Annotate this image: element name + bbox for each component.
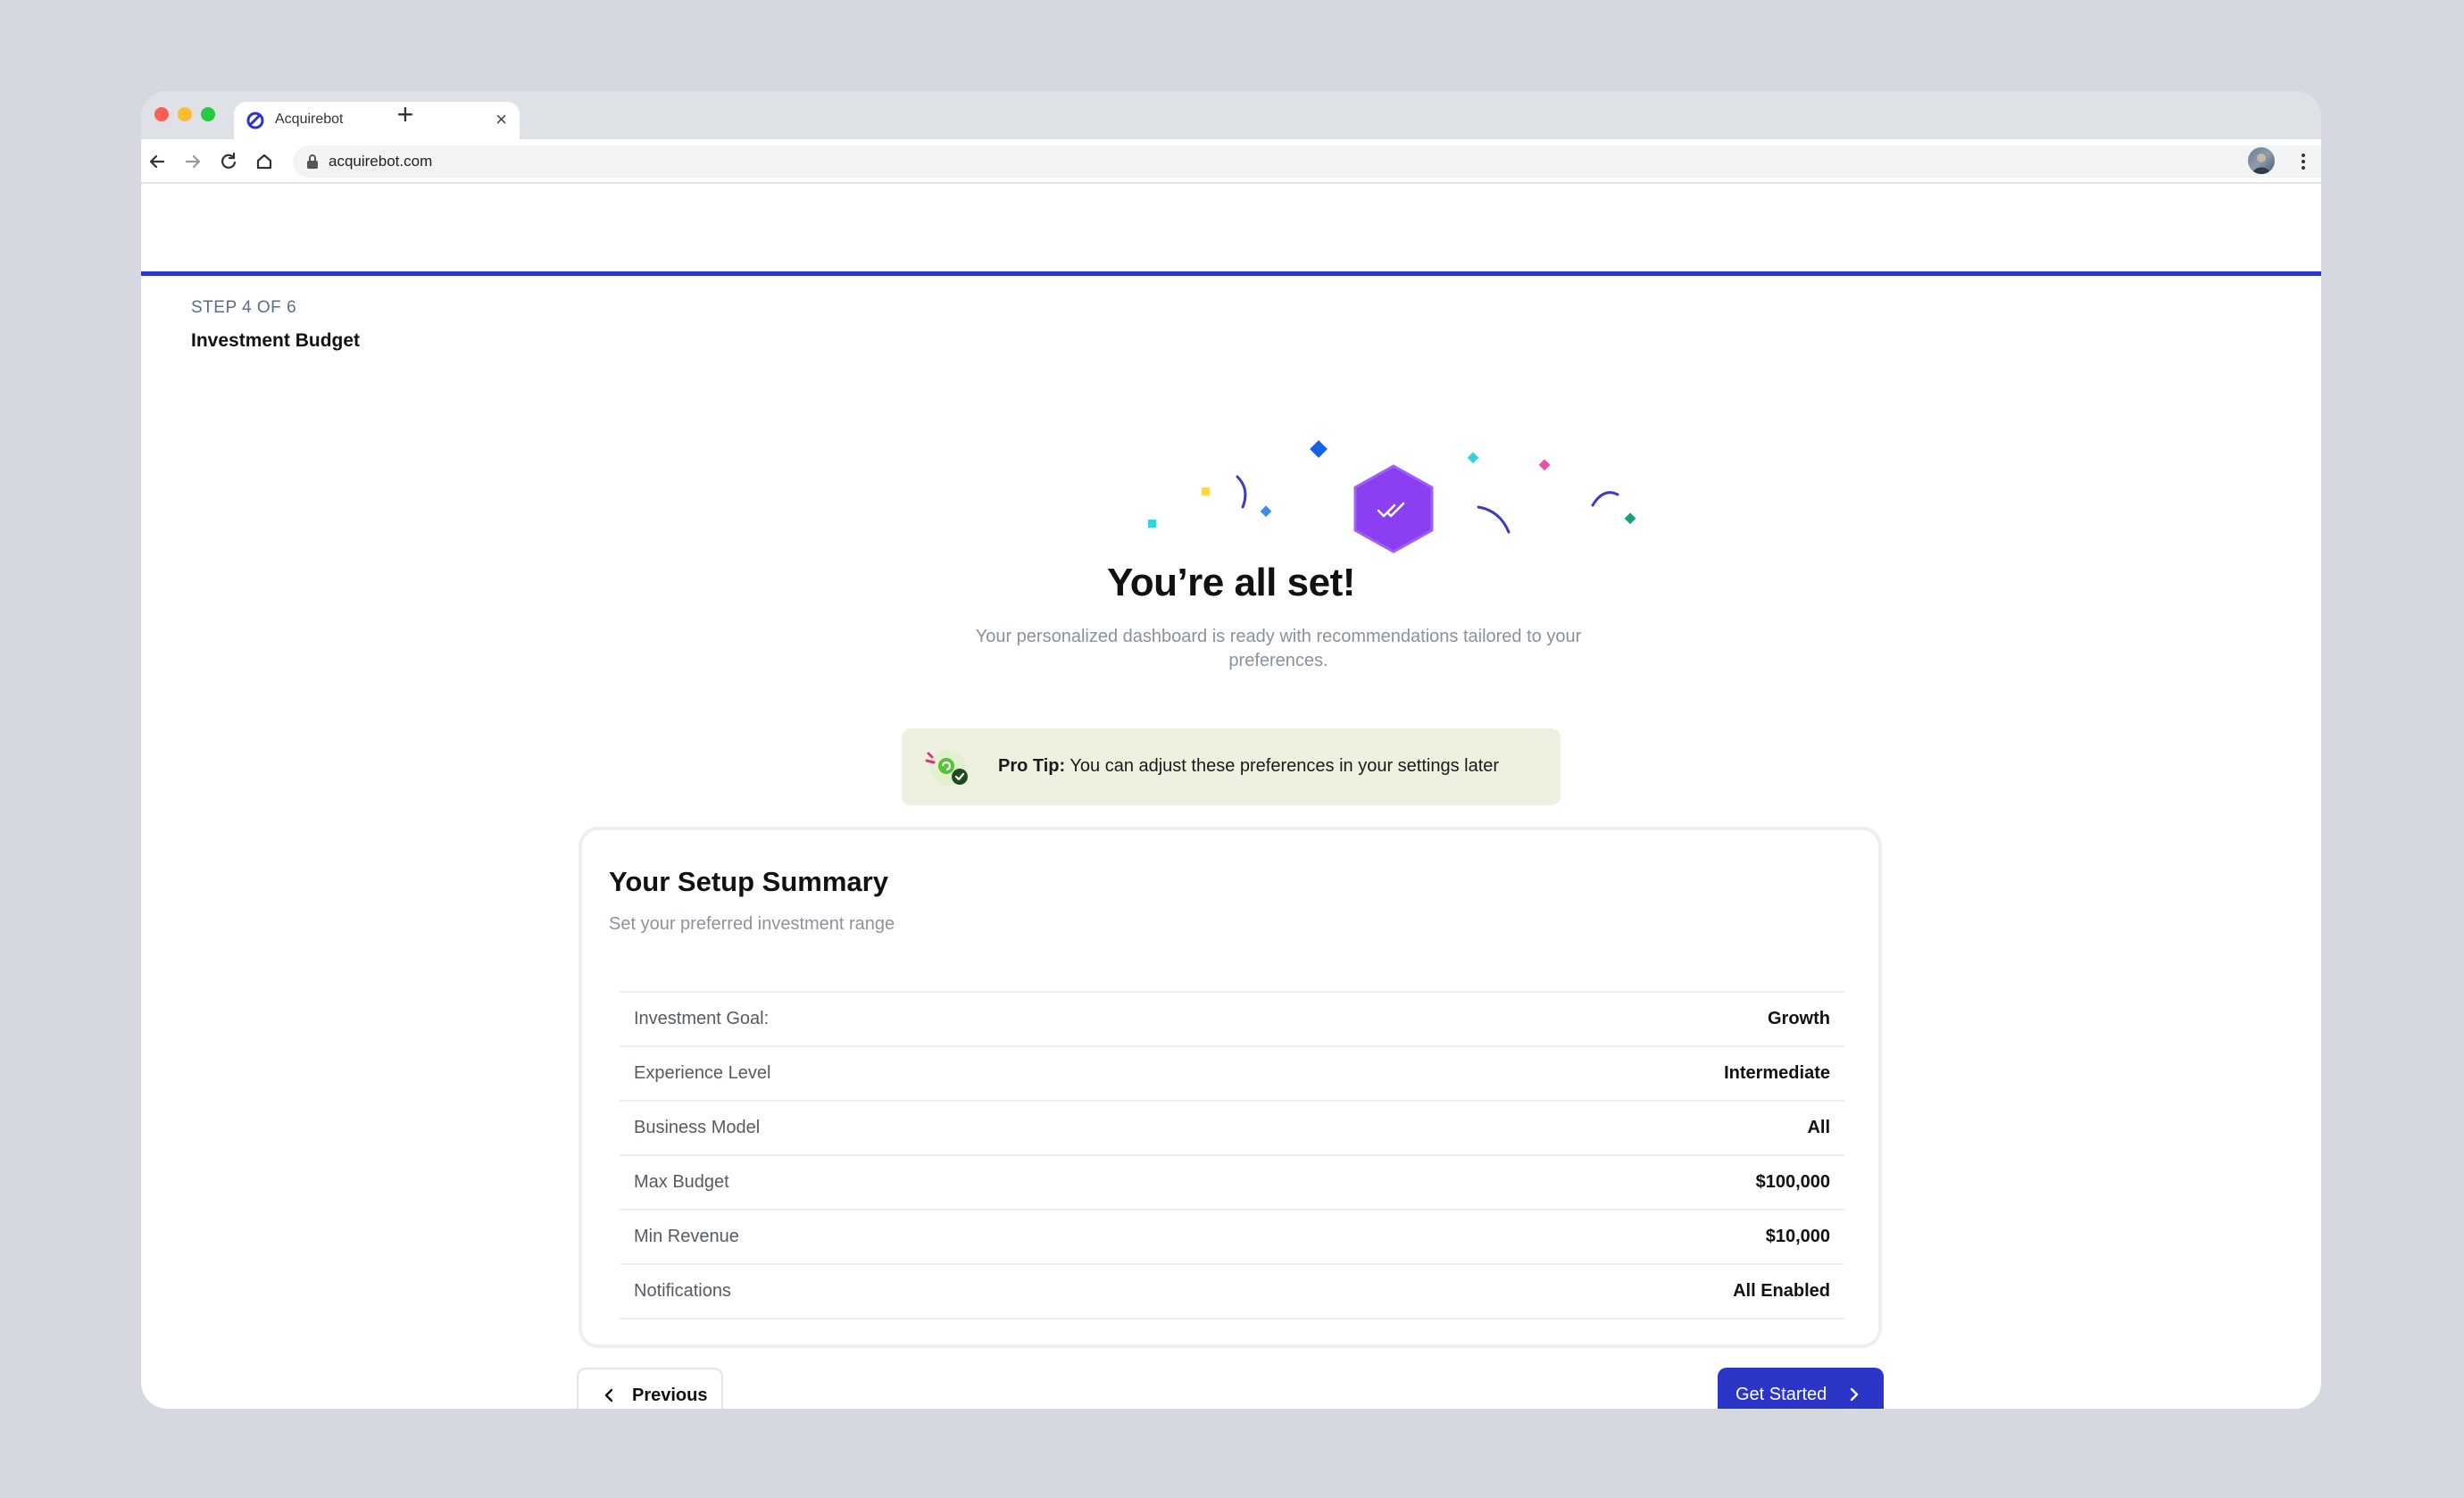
home-icon[interactable] [252,149,277,174]
tab-title: Acquirebot [275,112,344,127]
chevron-right-icon [1850,1387,1859,1402]
summary-subtitle: Set your preferred investment range [609,914,895,934]
summary-row-investment-goal: Investment Goal: Growth [620,993,1844,1047]
pro-tip-text: Pro Tip: You can adjust these preference… [998,756,1499,777]
pro-tip-banner: Pro Tip: You can adjust these preference… [902,728,1561,805]
avatar[interactable] [2248,147,2275,174]
row-value: All [1807,1118,1830,1137]
success-description: Your personalized dashboard is ready wit… [975,627,1582,670]
confetti-square-yellow [1202,487,1210,495]
address-bar[interactable]: acquirebot.com [293,146,2321,178]
close-tab-icon[interactable]: × [495,108,507,131]
summary-row-notifications: Notifications All Enabled [620,1265,1844,1319]
summary-table: Investment Goal: Growth Experience Level… [620,991,1844,1319]
kebab-menu-icon[interactable] [2300,149,2307,174]
get-started-button[interactable]: Get Started [1718,1368,1884,1409]
browser-tab-acquirebot[interactable]: Acquirebot × [234,102,520,139]
previous-button-label: Previous [632,1386,708,1405]
row-label: Min Revenue [634,1227,739,1246]
arrow-right-icon[interactable] [180,149,205,174]
progress-bar [141,271,2321,276]
confetti-curve [1591,491,1619,507]
summary-row-experience-level: Experience Level Intermediate [620,1047,1844,1102]
summary-row-min-revenue: Min Revenue $10,000 [620,1211,1844,1265]
confetti-square-cyan [1148,520,1156,528]
previous-button[interactable]: Previous [577,1368,723,1409]
step-indicator: STEP 4 OF 6 [191,298,297,317]
confetti-diamond-lightblue [1260,505,1272,518]
confetti-diamond-green [1624,512,1636,525]
minimize-window-button[interactable] [178,107,192,121]
pro-tip-message: You can adjust these preferences in your… [1065,756,1500,776]
row-label: Experience Level [634,1063,771,1083]
confetti-decoration [1148,440,1636,553]
tab-strip: Acquirebot × + [141,91,2321,139]
row-value: All Enabled [1733,1281,1830,1301]
row-value: Intermediate [1724,1063,1830,1083]
row-label: Notifications [634,1281,731,1301]
arrow-left-icon[interactable] [145,149,170,174]
url-text: acquirebot.com [329,153,433,170]
confetti-curve [1236,475,1247,509]
sparkle-check-icon [925,750,968,786]
confetti-diamond-blue [1310,440,1328,458]
chevron-left-icon [604,1388,613,1402]
get-started-button-label: Get Started [1736,1385,1827,1404]
reload-icon[interactable] [216,149,241,174]
confetti-curve [1477,505,1511,534]
row-label: Business Model [634,1118,761,1137]
lock-icon [307,154,318,169]
new-tab-button[interactable]: + [387,98,423,130]
row-label: Investment Goal: [634,1009,770,1028]
step-title: Investment Budget [191,330,361,351]
confetti-diamond-cyan [1467,452,1479,464]
browser-toolbar: acquirebot.com [141,139,2321,184]
close-window-button[interactable] [154,107,169,121]
summary-title: Your Setup Summary [609,866,888,897]
row-value: $10,000 [1765,1227,1830,1246]
browser-window: Acquirebot × + acquirebot.com STEP 4 OF … [141,91,2321,1409]
maximize-window-button[interactable] [201,107,215,121]
row-value: Growth [1768,1009,1830,1028]
confetti-diamond-pink [1538,459,1551,471]
acquirebot-logo-icon [246,112,264,129]
double-check-hexagon-icon [1353,464,1434,553]
success-headline: You’re all set! [1107,561,1355,604]
profile-photo-icon [2252,154,2270,174]
setup-summary-card: Your Setup Summary Set your preferred in… [579,827,1882,1348]
row-value: $100,000 [1755,1172,1830,1192]
onboarding-page: STEP 4 OF 6 Investment Budget You’re all… [141,184,2321,1409]
pro-tip-label: Pro Tip: [998,756,1066,776]
summary-row-business-model: Business Model All [620,1102,1844,1156]
summary-row-max-budget: Max Budget $100,000 [620,1156,1844,1211]
row-label: Max Budget [634,1172,729,1192]
